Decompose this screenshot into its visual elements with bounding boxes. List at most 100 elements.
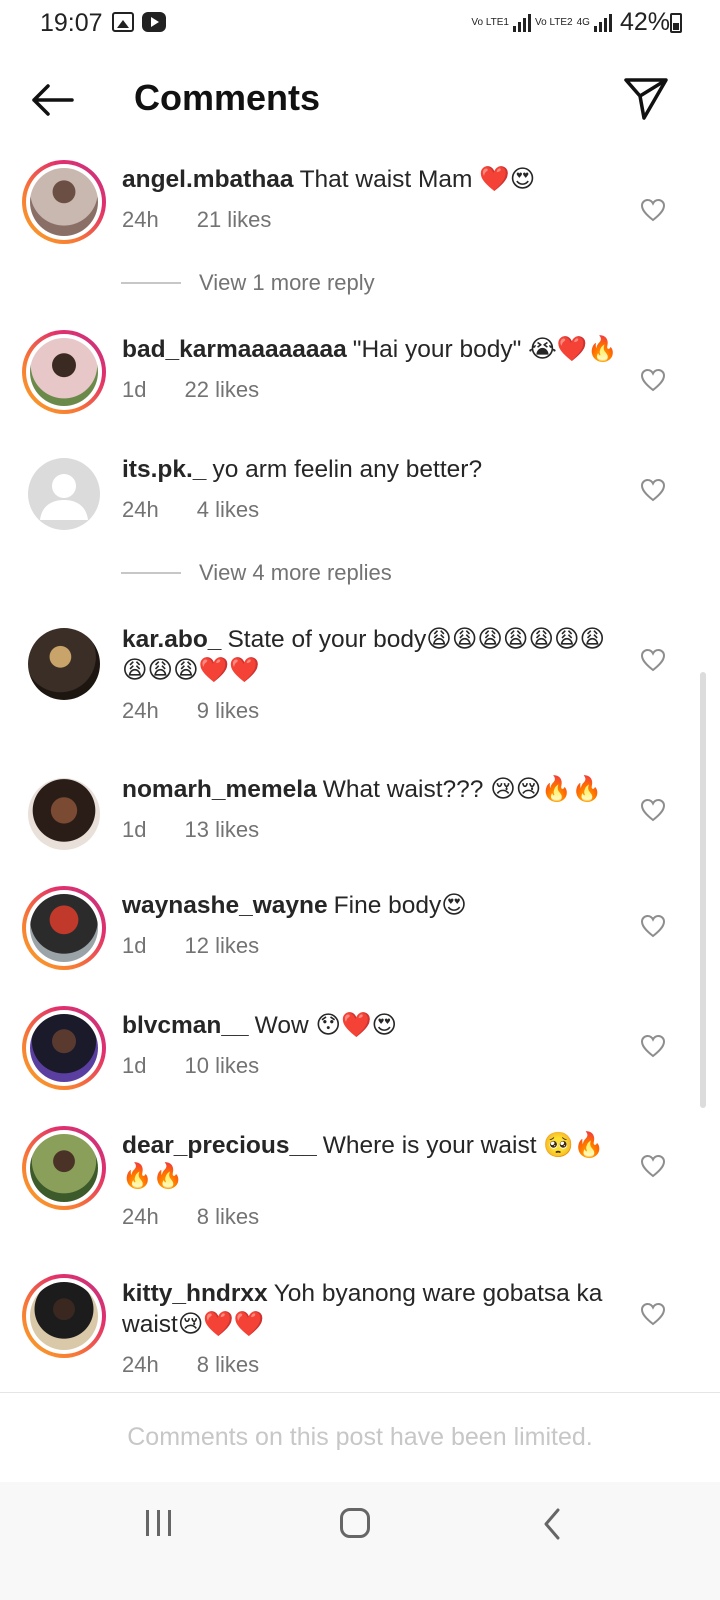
comment-content: "Hai your body" 😭❤️🔥 [352,336,618,363]
battery-percent: 42% [619,8,670,36]
comment-time: 24h [122,1352,159,1377]
comment-meta: 24h 8 likes [122,1352,622,1378]
view-replies-button[interactable]: View 1 more reply [121,270,375,296]
network-2-label: Vo LTE2 [534,17,573,28]
avatar-image [28,628,100,700]
comment-likes[interactable]: 4 likes [197,497,259,523]
comment-time: 24h [122,207,159,232]
network-1-label: Vo LTE1 [471,17,509,28]
comment-body: nomarh_memela What waist??? 😢😢🔥🔥 1d 13 lik… [122,774,622,843]
comment-body: its.pk._ yo arm feelin any better? 24h 4 l… [122,454,622,523]
comment-time: 24h [122,1204,159,1229]
heart-icon[interactable] [640,1034,666,1058]
status-bar: 19:07 Vo LTE1 Vo LTE2 4G 42% [0,0,720,46]
avatar-image [30,168,98,236]
comment-content: What waist??? 😢😢🔥🔥 [322,776,603,803]
avatar-image [30,1282,98,1350]
status-time: 19:07 [40,9,103,37]
status-network: Vo LTE1 Vo LTE2 4G 42% [471,8,670,37]
avatar[interactable] [22,886,106,970]
comment-likes[interactable]: 12 likes [184,933,259,959]
comment-username[interactable]: angel.mbathaa [122,166,294,193]
avatar[interactable] [22,1006,106,1090]
comment-content: Wow 😯❤️😍 [254,1012,398,1039]
recent-apps-icon [167,1510,171,1536]
comment-likes[interactable]: 8 likes [197,1352,259,1378]
avatar[interactable] [22,772,106,856]
comment-likes[interactable]: 10 likes [184,1053,259,1079]
view-replies-label: View 1 more reply [199,270,375,295]
battery-icon [670,13,682,33]
comment-text: bad_karmaaaaaaaa "Hai your body" 😭❤️🔥 [122,334,622,365]
comment-username[interactable]: its.pk._ [122,456,206,483]
comment-text: kar.abo_ State of your body😩😩😩😩😩😩😩😩😩😩❤️❤️ [122,624,622,686]
system-nav-bar [0,1482,720,1600]
network-type-label: 4G [576,17,590,28]
heart-icon[interactable] [640,198,666,222]
scrollbar[interactable] [700,672,706,1108]
comment-likes[interactable]: 9 likes [197,698,259,724]
heart-icon[interactable] [640,648,666,672]
comment-username[interactable]: nomarh_memela [122,776,317,803]
heart-icon[interactable] [640,368,666,392]
heart-icon[interactable] [640,478,666,502]
heart-icon[interactable] [640,1154,666,1178]
comment-body: angel.mbathaa That waist Mam ❤️😍 24h 21 li… [122,164,622,233]
recent-apps-button[interactable] [142,1510,174,1540]
avatar-image [30,1014,98,1082]
comment-text: nomarh_memela What waist??? 😢😢🔥🔥 [122,774,622,805]
comment-likes[interactable]: 21 likes [197,207,272,233]
comment-time: 24h [122,698,159,723]
comment-body: kar.abo_ State of your body😩😩😩😩😩😩😩😩😩😩❤️❤️… [122,624,622,724]
comment-meta: 24h 21 likes [122,207,622,233]
recent-apps-icon [156,1510,160,1536]
avatar[interactable] [22,452,106,536]
comment-body: blvcman__ Wow 😯❤️😍 1d 10 likes [122,1010,622,1079]
view-replies-button[interactable]: View 4 more replies [121,560,392,586]
comment-username[interactable]: bad_karmaaaaaaaa [122,336,347,363]
heart-icon[interactable] [640,798,666,822]
back-button[interactable] [28,78,76,122]
avatar[interactable] [22,160,106,244]
comment-meta: 1d 12 likes [122,933,622,959]
nav-back-button[interactable] [540,1506,564,1542]
send-icon [624,78,668,120]
comment-body: kitty_hndrxx Yoh byanong ware gobatsa ka … [122,1278,622,1378]
share-button[interactable] [622,74,670,122]
comment-time: 1d [122,377,147,402]
comment-username[interactable]: kitty_hndrxx [122,1280,268,1307]
comment-username[interactable]: dear_precious__ [122,1132,317,1159]
comment-text: its.pk._ yo arm feelin any better? [122,454,622,485]
heart-icon[interactable] [640,1302,666,1326]
comment-content: Fine body😍 [333,892,467,919]
page-title: Comments [134,77,321,118]
avatar[interactable] [22,330,106,414]
chevron-left-icon [544,1508,560,1540]
comment-username[interactable]: kar.abo_ [122,626,221,653]
avatar[interactable] [22,1126,106,1210]
avatar-image [30,1134,98,1202]
comment-body: dear_precious__ Where is your waist 🥺🔥🔥🔥 … [122,1130,622,1230]
recent-apps-icon [145,1510,149,1536]
comment-time: 1d [122,933,147,958]
comment-time: 24h [122,497,159,522]
avatar[interactable] [22,1274,106,1358]
avatar-image [28,458,100,530]
comment-username[interactable]: waynashe_wayne [122,892,328,919]
comment-likes[interactable]: 8 likes [197,1204,259,1230]
avatar[interactable] [22,622,106,706]
comment-likes[interactable]: 13 likes [184,817,259,843]
home-button[interactable] [340,1508,370,1538]
comment-meta: 24h 8 likes [122,1204,622,1230]
comment-meta: 24h 4 likes [122,497,622,523]
view-replies-label: View 4 more replies [199,560,392,585]
comment-likes[interactable]: 22 likes [184,377,259,403]
comment-time: 1d [122,1053,147,1078]
comment-text: dear_precious__ Where is your waist 🥺🔥🔥🔥 [122,1130,622,1192]
comment-text: blvcman__ Wow 😯❤️😍 [122,1010,622,1041]
comment-username[interactable]: blvcman__ [122,1012,249,1039]
divider-line [121,572,181,574]
avatar-image [30,338,98,406]
comments-list[interactable]: angel.mbathaa That waist Mam ❤️😍 24h 21 li… [0,150,720,1390]
heart-icon[interactable] [640,914,666,938]
